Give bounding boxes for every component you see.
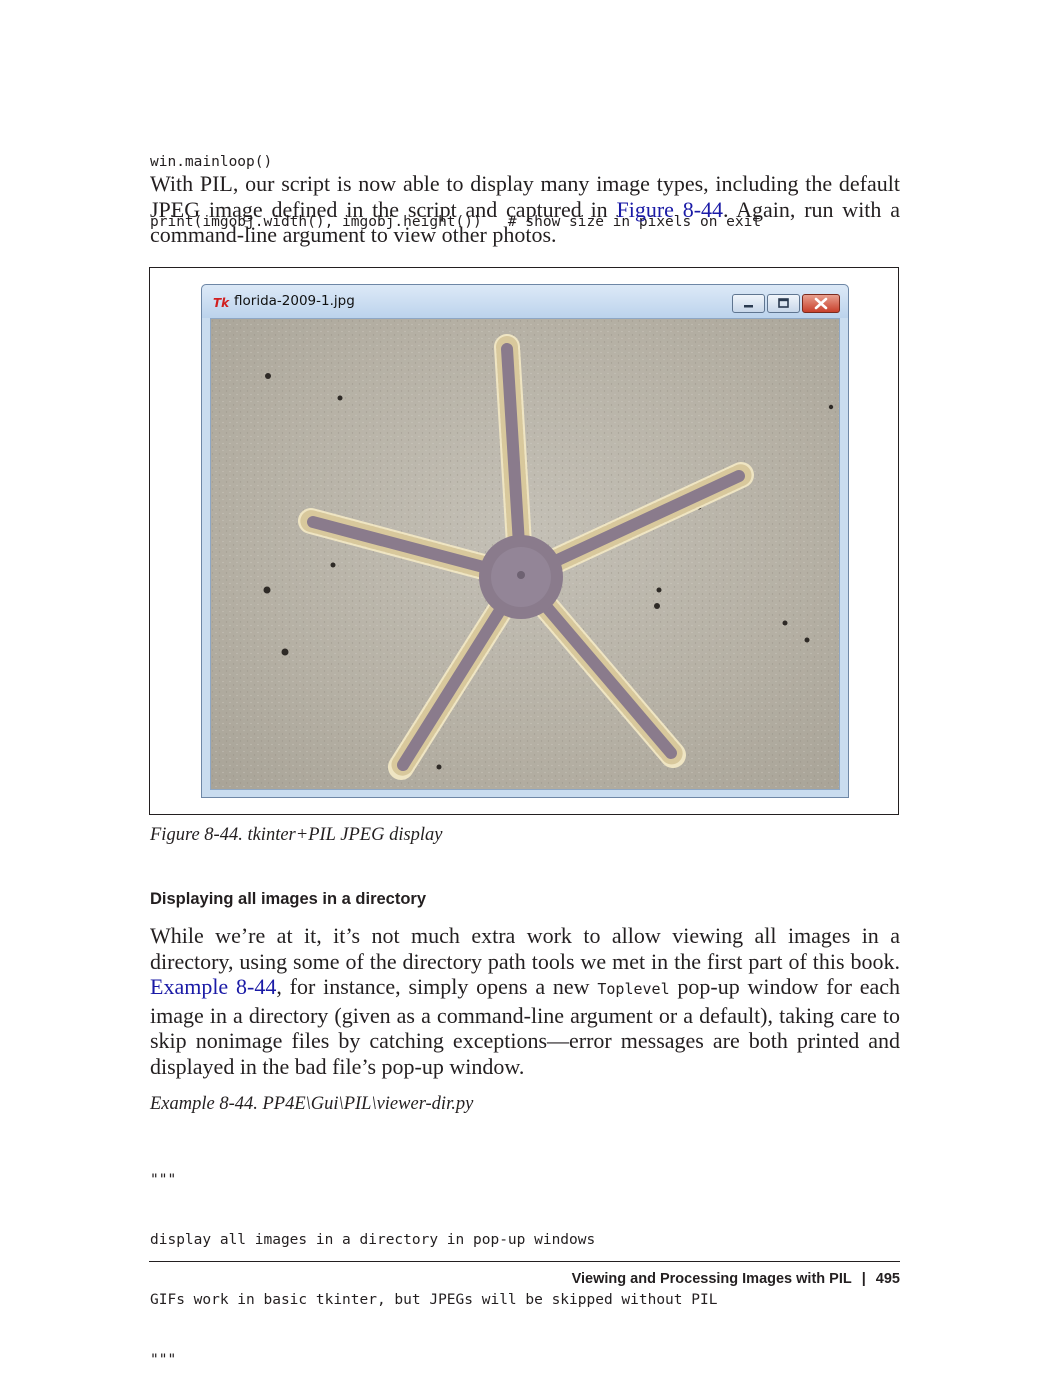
code-line: """ <box>150 1352 177 1368</box>
maximize-icon <box>778 298 789 308</box>
page-footer: Viewing and Processing Images with PIL | 4… <box>572 1271 900 1287</box>
tk-feather-icon: Tk <box>213 296 230 309</box>
starfish-photo <box>210 318 840 790</box>
footer-rule <box>149 1261 900 1262</box>
inline-code-toplevel: Toplevel <box>597 980 670 998</box>
minimize-button[interactable] <box>732 294 765 313</box>
maximize-button[interactable] <box>767 294 800 313</box>
svg-text:Tk: Tk <box>213 296 230 309</box>
paragraph-directory: While we’re at it, it’s not much extra w… <box>150 923 900 1079</box>
code-line: """ <box>150 1172 177 1188</box>
section-heading: Displaying all images in a directory <box>150 890 427 908</box>
figure-caption: Figure 8-44. tkinter+PIL JPEG display <box>150 825 443 845</box>
window-title: florida-2009-1.jpg <box>234 293 355 309</box>
example-link[interactable]: Example 8-44 <box>150 974 276 999</box>
footer-separator: | <box>861 1271 866 1287</box>
close-icon <box>814 297 828 310</box>
code-line: display all images in a directory in pop… <box>150 1232 596 1248</box>
footer-section-title: Viewing and Processing Images with PIL <box>571 1271 852 1287</box>
starfish-image <box>211 319 839 789</box>
close-button[interactable] <box>802 294 840 313</box>
code-line: win.mainloop() <box>150 154 273 170</box>
figure-link[interactable]: Figure 8-44 <box>616 197 723 222</box>
example-caption: Example 8-44. PP4E\Gui\PIL\viewer-dir.py <box>150 1094 474 1114</box>
page-number: 495 <box>875 1271 900 1287</box>
figure-frame: Tk florida-2009-1.jpg <box>149 267 899 815</box>
paragraph-intro: With PIL, our script is now able to disp… <box>150 171 900 247</box>
code-line: GIFs work in basic tkinter, but JPEGs wi… <box>150 1292 718 1308</box>
window-titlebar[interactable]: Tk florida-2009-1.jpg <box>202 285 848 318</box>
tk-window: Tk florida-2009-1.jpg <box>201 284 849 798</box>
code-snippet-example: """ display all images in a directory in… <box>150 1130 717 1390</box>
minimize-icon <box>744 305 753 308</box>
